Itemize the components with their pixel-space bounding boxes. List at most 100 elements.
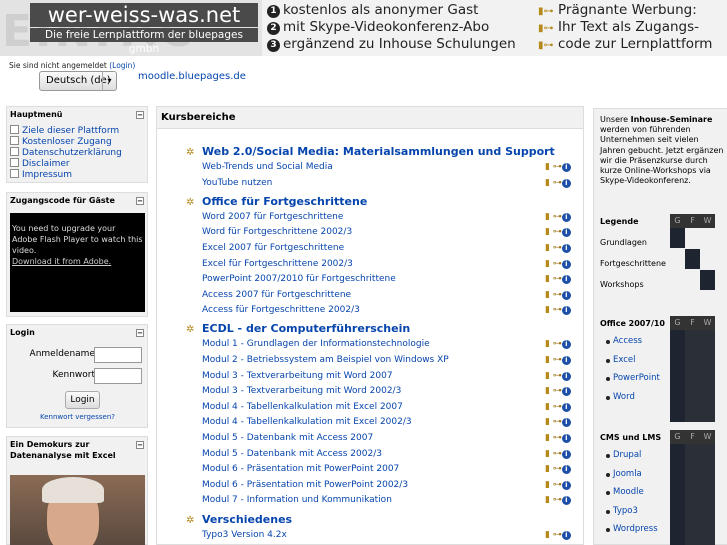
key-icon[interactable]: ⊶	[553, 386, 562, 396]
site-logo[interactable]: EINFAC wer-weiss-was.net Die freie Lernp…	[0, 0, 262, 56]
key-icon[interactable]: ⊶	[553, 162, 562, 172]
course-link[interactable]: Excel 2007 für Fortgeschrittene	[202, 243, 344, 253]
ad-access-options[interactable]: 1 kostenlos als anonymer Gast 2 mit Skype-…	[267, 2, 532, 53]
forgot-password-link[interactable]: Kennwort vergessen?	[40, 413, 115, 421]
guest-access-icon[interactable]: ▮	[545, 305, 553, 315]
key-icon[interactable]: ⊶	[553, 212, 562, 222]
guest-access-icon[interactable]: ▮	[545, 243, 553, 253]
collapse-icon[interactable]: −	[136, 329, 144, 337]
info-icon[interactable]: i	[561, 434, 571, 443]
info-icon[interactable]: i	[561, 530, 571, 540]
guest-access-icon[interactable]: ▮	[545, 371, 553, 381]
course-link[interactable]: Access 2007 für Fortgeschrittene	[202, 290, 351, 300]
guest-access-icon[interactable]: ▮	[545, 417, 553, 427]
key-icon[interactable]: ⊶	[553, 402, 562, 412]
key-icon[interactable]: ⊶	[553, 449, 562, 459]
category-heading[interactable]: ✲ Web 2.0/Social Media: Materialsammlunge…	[186, 145, 555, 161]
key-icon[interactable]: ⊶	[553, 464, 562, 474]
seminar-link[interactable]: Word	[613, 392, 635, 402]
info-icon[interactable]: i	[561, 306, 571, 316]
key-icon[interactable]: ⊶	[553, 530, 562, 540]
course-link[interactable]: Word für Fortgeschrittene 2002/3	[202, 227, 352, 237]
info-icon[interactable]: i	[561, 340, 571, 350]
seminar-link[interactable]: Joomla	[613, 469, 642, 479]
course-link[interactable]: Word 2007 für Fortgeschrittene	[202, 212, 343, 222]
key-icon[interactable]: ⊶	[553, 339, 562, 349]
seminar-link[interactable]: Typo3	[613, 506, 638, 516]
presenter-photo[interactable]	[10, 475, 145, 545]
collapse-icon[interactable]: −	[136, 111, 144, 119]
info-icon[interactable]: i	[561, 418, 571, 428]
guest-access-icon[interactable]: ▮	[545, 274, 553, 284]
key-icon[interactable]: ⊶	[553, 480, 562, 490]
guest-access-icon[interactable]: ▮	[545, 259, 553, 269]
category-heading[interactable]: ✲ Verschiedenes	[186, 513, 292, 529]
seminar-link[interactable]: Excel	[613, 355, 636, 365]
guest-access-icon[interactable]: ▮	[545, 290, 553, 300]
seminar-link[interactable]: PowerPoint	[613, 373, 660, 383]
key-icon[interactable]: ⊶	[553, 355, 562, 365]
info-icon[interactable]: i	[561, 178, 571, 188]
course-link[interactable]: PowerPoint 2007/2010 für Fortgeschritten…	[202, 274, 396, 284]
guest-access-icon[interactable]: ▮	[545, 178, 553, 188]
guest-access-icon[interactable]: ▮	[545, 355, 553, 365]
guest-access-icon[interactable]: ▮	[545, 227, 553, 237]
key-icon[interactable]: ⊶	[553, 417, 562, 427]
info-icon[interactable]: i	[561, 163, 571, 172]
course-link[interactable]: Modul 1 - Grundlagen der Informationstec…	[202, 339, 430, 349]
collapse-icon[interactable]: −	[136, 441, 144, 449]
language-select[interactable]: Deutsch (de) ▾	[39, 71, 117, 91]
guest-access-icon[interactable]: ▮	[545, 386, 553, 396]
course-link[interactable]: Modul 5 - Datenbank mit Access 2002/3	[202, 449, 382, 459]
info-icon[interactable]: i	[561, 356, 571, 365]
category-heading[interactable]: ✲ Office für Fortgeschrittene	[186, 195, 367, 211]
info-icon[interactable]: i	[561, 402, 571, 412]
course-link[interactable]: Modul 5 - Datenbank mit Access 2007	[202, 433, 373, 443]
seminar-link[interactable]: Drupal	[613, 450, 641, 460]
info-icon[interactable]: i	[561, 371, 571, 381]
login-button[interactable]: Login	[65, 391, 100, 409]
collapse-icon[interactable]: −	[136, 197, 144, 205]
info-icon[interactable]: i	[561, 243, 571, 253]
password-input[interactable]	[94, 368, 142, 384]
course-link[interactable]: Access für Fortgeschrittene 2002/3	[202, 305, 360, 315]
key-icon[interactable]: ⊶	[553, 178, 562, 188]
login-link[interactable]: (Login)	[109, 61, 135, 70]
info-icon[interactable]: i	[561, 275, 571, 285]
key-icon[interactable]: ⊶	[553, 495, 562, 505]
info-icon[interactable]: i	[561, 496, 571, 506]
key-icon[interactable]: ⊶	[553, 274, 562, 284]
guest-access-icon[interactable]: ▮	[545, 162, 553, 172]
guest-access-icon[interactable]: ▮	[545, 449, 553, 459]
course-link[interactable]: Web-Trends und Social Media	[202, 162, 333, 172]
course-link[interactable]: Modul 4 - Tabellenkalkulation mit Excel …	[202, 402, 403, 412]
seminar-link[interactable]: Wordpress	[613, 524, 658, 534]
info-icon[interactable]: i	[561, 290, 571, 300]
category-heading[interactable]: ✲ ECDL - der Computerführerschein	[186, 322, 410, 338]
info-icon[interactable]: i	[561, 259, 571, 269]
guest-access-icon[interactable]: ▮	[545, 212, 553, 222]
key-icon[interactable]: ⊶	[553, 305, 562, 315]
course-link[interactable]: Excel für Fortgeschrittene 2002/3	[202, 259, 353, 269]
course-link[interactable]: Modul 7 - Information und Kommunikation	[202, 495, 392, 505]
guest-access-icon[interactable]: ▮	[545, 402, 553, 412]
course-link[interactable]: Modul 6 - Präsentation mit PowerPoint 20…	[202, 464, 399, 474]
key-icon[interactable]: ⊶	[553, 290, 562, 300]
info-icon[interactable]: i	[561, 212, 571, 222]
key-icon[interactable]: ⊶	[553, 259, 562, 269]
course-link[interactable]: Modul 3 - Textverarbeitung mit Word 2007	[202, 371, 393, 381]
info-icon[interactable]: i	[561, 387, 571, 397]
course-link[interactable]: Typo3 Version 4.2x	[202, 530, 287, 540]
key-icon[interactable]: ⊶	[553, 227, 562, 237]
seminar-link[interactable]: Access	[613, 336, 642, 346]
guest-access-icon[interactable]: ▮	[545, 495, 553, 505]
course-link[interactable]: Modul 4 - Tabellenkalkulation mit Excel …	[202, 417, 412, 427]
course-link[interactable]: YouTube nutzen	[202, 178, 272, 188]
username-input[interactable]	[94, 347, 142, 363]
guest-access-icon[interactable]: ▮	[545, 464, 553, 474]
course-link[interactable]: Modul 3 - Textverarbeitung mit Word 2002…	[202, 386, 401, 396]
site-url-link[interactable]: moodle.bluepages.de	[138, 71, 246, 82]
guest-access-icon[interactable]: ▮	[545, 433, 553, 443]
info-icon[interactable]: i	[561, 465, 571, 475]
info-icon[interactable]: i	[561, 449, 571, 459]
